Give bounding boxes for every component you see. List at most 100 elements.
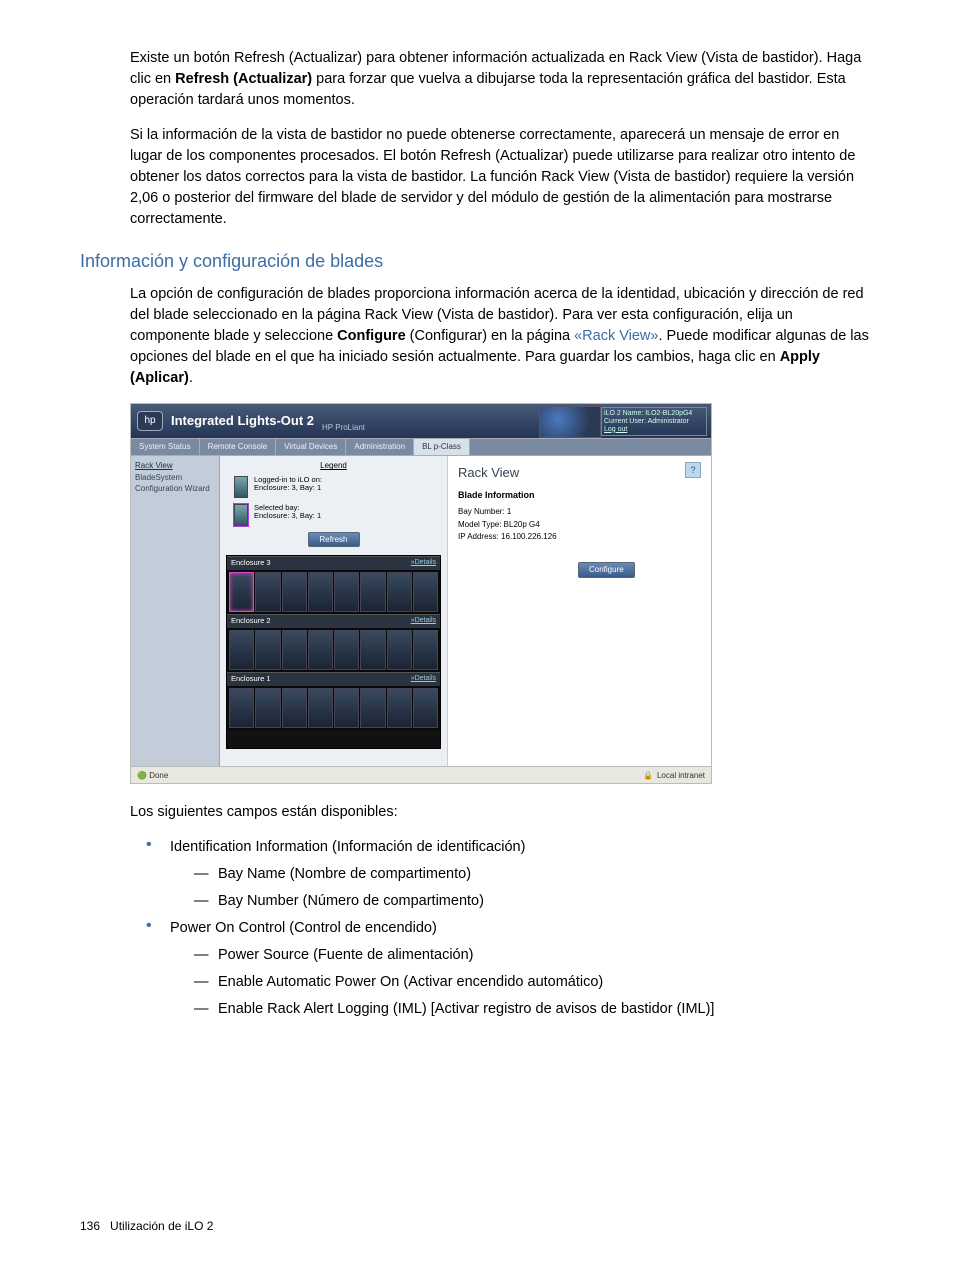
footer-title: Utilización de iLO 2 [110, 1219, 213, 1233]
enclosure-header: Enclosure 1 »Details [227, 672, 440, 686]
header-graphic [539, 406, 601, 438]
legend-selected: Selected bay: Enclosure: 3, Bay: 1 [234, 504, 441, 526]
side-nav: Rack View BladeSystem Configuration Wiza… [131, 456, 220, 766]
fields-list: Identification Information (Información … [140, 837, 874, 1020]
main-panel: ? Rack View Blade Information Bay Number… [448, 456, 711, 766]
blade-icon [234, 476, 248, 498]
blade-slot[interactable] [334, 688, 359, 728]
legend-text: Enclosure: 3, Bay: 1 [254, 512, 321, 520]
rack-base [227, 730, 440, 748]
enclosure-details-link[interactable]: »Details [411, 674, 436, 685]
legend-panel: Legend Logged-in to iLO on: Enclosure: 3… [220, 456, 448, 766]
list-item: Enable Rack Alert Logging (IML) [Activar… [194, 999, 874, 1020]
text: (Configurar) en la página [406, 328, 574, 344]
paragraph-refresh: Existe un botón Refresh (Actualizar) par… [130, 48, 874, 111]
ilo-name-label: iLO 2 Name: ILO2-BL20pG4 [604, 410, 704, 418]
enclosure-name: Enclosure 3 [231, 558, 271, 569]
blade-slot[interactable] [308, 688, 333, 728]
configure-button[interactable]: Configure [578, 562, 635, 578]
blade-slot[interactable] [282, 572, 307, 612]
ilo-title: Integrated Lights-Out 2 [171, 412, 314, 431]
tab-virtual-devices[interactable]: Virtual Devices [276, 439, 346, 455]
bold-refresh: Refresh (Actualizar) [175, 71, 312, 87]
status-done-text: Done [149, 771, 168, 780]
blade-slot[interactable] [229, 630, 254, 670]
current-user-label: Current User: Administrator [604, 418, 704, 426]
legend-logged-in: Logged-in to iLO on: Enclosure: 3, Bay: … [234, 476, 441, 498]
paragraph-error: Si la información de la vista de bastido… [130, 125, 874, 230]
ip-address-row: IP Address: 16.100.226.126 [458, 531, 701, 543]
ilo-header: hp Integrated Lights-Out 2 HP ProLiant i… [131, 404, 711, 438]
ilo-screenshot: hp Integrated Lights-Out 2 HP ProLiant i… [130, 403, 712, 784]
logout-link[interactable]: Log out [604, 426, 704, 434]
sublist: Bay Name (Nombre de compartimento) Bay N… [194, 864, 874, 912]
enclosure-header: Enclosure 3 »Details [227, 556, 440, 570]
bay-number-row: Bay Number: 1 [458, 506, 701, 518]
text: . [189, 370, 193, 386]
blade-slot[interactable] [282, 630, 307, 670]
paragraph-blade-config: La opción de configuración de blades pro… [130, 284, 874, 389]
blade-slot[interactable] [360, 688, 385, 728]
blade-slot[interactable] [360, 630, 385, 670]
blade-slot[interactable] [387, 630, 412, 670]
link-rack-view[interactable]: «Rack View» [574, 328, 658, 344]
page-footer: 136 Utilización de iLO 2 [80, 1218, 213, 1235]
blade-slot[interactable] [229, 688, 254, 728]
enclosure-name: Enclosure 1 [231, 674, 271, 685]
nav-rack-view[interactable]: Rack View [135, 460, 215, 472]
blade-slot[interactable] [334, 630, 359, 670]
blade-slot[interactable] [413, 688, 438, 728]
panel-heading: Rack View [458, 464, 701, 483]
refresh-button[interactable]: Refresh [308, 532, 360, 548]
list-item: Identification Information (Información … [140, 837, 874, 912]
enclosure-name: Enclosure 2 [231, 616, 271, 627]
enclosure-header: Enclosure 2 »Details [227, 614, 440, 628]
blade-info-heading: Blade Information [458, 489, 701, 502]
nav-config-wizard[interactable]: BladeSystem Configuration Wizard [135, 472, 215, 495]
list-item: Power On Control (Control de encendido) … [140, 918, 874, 1020]
enclosure-details-link[interactable]: »Details [411, 616, 436, 627]
sublist: Power Source (Fuente de alimentación) En… [194, 945, 874, 1020]
help-icon[interactable]: ? [685, 462, 701, 478]
bold-configure: Configure [337, 328, 405, 344]
blade-slot[interactable] [360, 572, 385, 612]
status-bar: 🟢 Done 🔒 Local intranet [131, 766, 711, 783]
page-number: 136 [80, 1219, 100, 1233]
blade-slot[interactable] [308, 630, 333, 670]
list-item: Enable Automatic Power On (Activar encen… [194, 972, 874, 993]
tab-bar: System Status Remote Console Virtual Dev… [131, 438, 711, 456]
blade-slot[interactable] [255, 572, 280, 612]
enclosure-details-link[interactable]: »Details [411, 558, 436, 569]
tab-system-status[interactable]: System Status [131, 439, 200, 455]
enclosure-body [227, 570, 440, 614]
security-zone: 🔒 Local intranet [643, 770, 705, 782]
user-info-box: iLO 2 Name: ILO2-BL20pG4 Current User: A… [601, 407, 707, 436]
blade-slot[interactable] [387, 572, 412, 612]
tab-bl-pclass[interactable]: BL p-Class [414, 439, 470, 455]
tab-administration[interactable]: Administration [346, 439, 414, 455]
blade-slot[interactable] [413, 572, 438, 612]
rack-graphic: Enclosure 3 »Details Enclosure 2 »Detail… [226, 555, 441, 749]
blade-slot[interactable] [229, 572, 254, 612]
lock-icon: 🔒 [643, 770, 653, 782]
blade-slot[interactable] [255, 688, 280, 728]
blade-slot[interactable] [413, 630, 438, 670]
blade-slot[interactable] [334, 572, 359, 612]
status-done: 🟢 Done [137, 770, 168, 782]
ilo-body: Rack View BladeSystem Configuration Wiza… [131, 456, 711, 766]
fields-available-text: Los siguientes campos están disponibles: [130, 802, 874, 823]
section-heading: Información y configuración de blades [80, 248, 874, 274]
blade-slot[interactable] [282, 688, 307, 728]
tab-remote-console[interactable]: Remote Console [200, 439, 277, 455]
model-type-row: Model Type: BL20p G4 [458, 519, 701, 531]
list-item: Bay Number (Número de compartimento) [194, 891, 874, 912]
blade-slot[interactable] [308, 572, 333, 612]
blade-slot[interactable] [255, 630, 280, 670]
legend-text: Enclosure: 3, Bay: 1 [254, 484, 322, 492]
ilo-subtitle: HP ProLiant [322, 422, 365, 434]
list-text: Identification Information (Información … [170, 839, 525, 855]
list-item: Bay Name (Nombre de compartimento) [194, 864, 874, 885]
zone-text: Local intranet [657, 770, 705, 782]
enclosure-body [227, 686, 440, 730]
blade-slot[interactable] [387, 688, 412, 728]
